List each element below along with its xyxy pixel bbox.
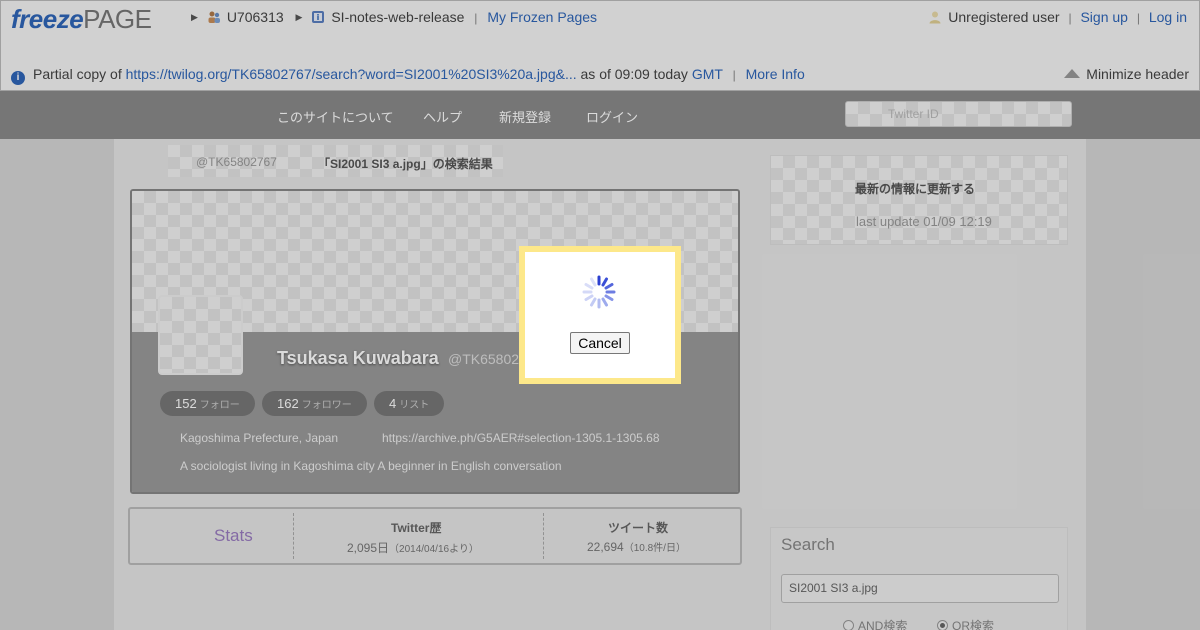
cancel-button[interactable]: Cancel xyxy=(570,332,630,354)
loading-spinner-icon xyxy=(582,275,616,309)
loading-dialog xyxy=(519,246,681,384)
